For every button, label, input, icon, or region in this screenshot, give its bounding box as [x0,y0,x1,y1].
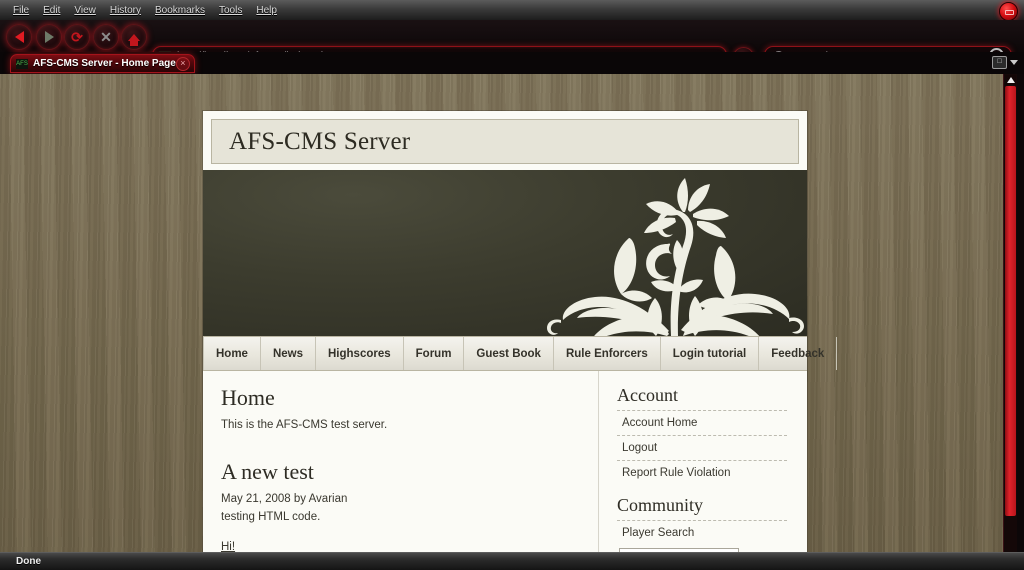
menu-item-view-label: View [74,4,96,16]
menu-item-file[interactable]: File [6,3,36,18]
browser-window: File Edit View History Bookmarks Tools H… [0,0,1024,570]
list-all-tabs-icon: □ [992,56,1007,69]
menu-item-file-label: File [13,4,30,16]
home-icon [128,33,140,46]
site-banner [203,170,807,336]
sidebar-heading-account: Account [617,385,678,405]
nav-item-news[interactable]: News [261,337,316,370]
reload-icon: ⟳ [71,29,83,45]
stop-icon: ✕ [100,29,112,45]
site-container: AFS-CMS Server Home News Highscores Foru… [203,111,838,552]
reload-button[interactable]: ⟳ [64,24,90,50]
sidebar-column: Account Account Home Logout Report Rule … [599,371,807,552]
site-header: AFS-CMS Server [211,119,799,164]
vertical-scrollbar[interactable] [1003,74,1017,552]
scrollbar-gutter [1017,74,1024,552]
content-link-hi[interactable]: Hi! [221,541,235,552]
menu-item-bookmarks[interactable]: Bookmarks [148,3,212,18]
menu-item-help-label: Help [256,4,277,16]
sidebar-group-community: Community Player Search [617,495,787,552]
nav-item-forum[interactable]: Forum [404,337,465,370]
menu-item-history-label: History [109,4,141,16]
scrollbar-thumb[interactable] [1005,86,1016,516]
content-paragraph-body: testing HTML code. [221,511,321,523]
sidebar-item-player-search[interactable]: Player Search [617,520,787,545]
sidebar-item-report-rule-violation[interactable]: Report Rule Violation [617,460,787,485]
menu-item-edit-label: Edit [43,4,61,16]
menu-item-help[interactable]: Help [249,3,284,18]
site-body: Home This is the AFS-CMS test server. A … [203,371,807,552]
home-button[interactable] [121,24,147,50]
menu-item-bookmarks-label: Bookmarks [154,4,205,16]
nav-item-rule-enforcers[interactable]: Rule Enforcers [554,337,661,370]
tab-afs-cms-server[interactable]: AFS AFS-CMS Server - Home Page × [10,54,195,73]
list-all-tabs-button[interactable]: □ [992,56,1018,69]
browser-toolbar: ⟳ ✕ AFS http://localhost/afscms/index.ph… [0,20,1024,67]
sidebar-list-community: Player Search [617,520,787,545]
nav-item-feedback[interactable]: Feedback [759,337,838,370]
content-heading-home: Home [221,385,275,410]
menu-item-tools-label: Tools [219,4,243,16]
forward-arrow-icon [44,31,54,43]
status-text: Done [16,556,41,567]
status-bar: Done [0,552,1024,570]
site-title: AFS-CMS Server [229,127,411,155]
forward-button[interactable] [36,24,62,50]
scroll-up-arrow-icon[interactable] [1005,75,1016,85]
chevron-down-icon [1010,60,1018,65]
sidebar-list-account: Account Home Logout Report Rule Violatio… [617,410,787,485]
tab-strip: AFS AFS-CMS Server - Home Page × □ [0,52,1024,74]
back-arrow-icon [14,31,24,43]
back-button[interactable] [6,24,32,50]
content-heading-a-new-test: A new test [221,459,314,484]
stop-button[interactable]: ✕ [93,24,119,50]
sidebar-item-account-home[interactable]: Account Home [617,410,787,435]
menu-bar: File Edit View History Bookmarks Tools H… [0,0,1024,20]
content-byline: May 21, 2008 by Avarian [221,493,348,505]
sidebar-group-account: Account Account Home Logout Report Rule … [617,385,787,485]
nav-item-home[interactable]: Home [203,337,261,370]
tab-title: AFS-CMS Server - Home Page [33,58,176,69]
sidebar-item-logout[interactable]: Logout [617,435,787,460]
content-paragraph-intro: This is the AFS-CMS test server. [221,419,388,431]
page-viewport: AFS-CMS Server Home News Highscores Foru… [0,74,1010,552]
nav-item-login-tutorial[interactable]: Login tutorial [661,337,760,370]
window-close-icon[interactable] [999,2,1018,21]
floral-ornament-icon [547,178,804,336]
menu-item-tools[interactable]: Tools [212,3,249,18]
tab-favicon-icon: AFS [16,58,28,69]
nav-item-highscores[interactable]: Highscores [316,337,404,370]
menu-item-view[interactable]: View [67,3,103,18]
main-content-column: Home This is the AFS-CMS test server. A … [203,371,599,552]
site-navigation: Home News Highscores Forum Guest Book Ru… [203,336,838,371]
nav-item-guest-book[interactable]: Guest Book [464,337,554,370]
menu-item-edit[interactable]: Edit [36,3,67,18]
sidebar-heading-community: Community [617,495,704,515]
tab-close-icon[interactable]: × [175,56,190,71]
menu-item-history[interactable]: History [103,3,148,18]
